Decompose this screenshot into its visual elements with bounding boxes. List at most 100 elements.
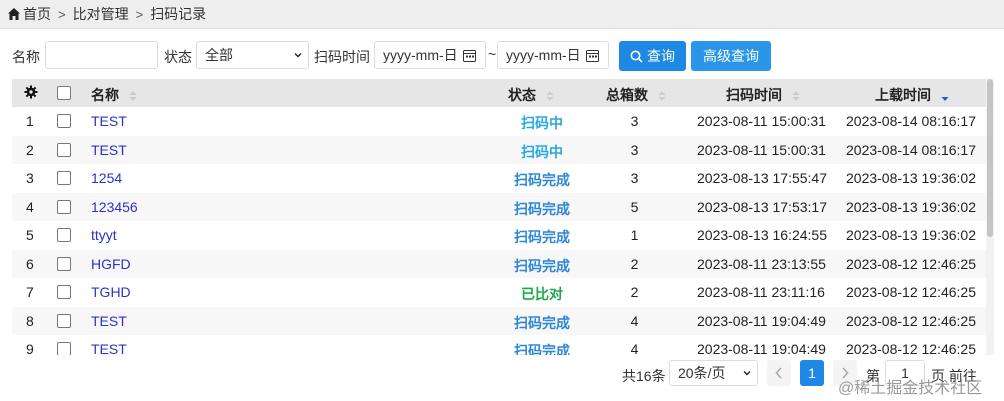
scan-time-value: 2023-08-11 23:13:55	[697, 255, 826, 272]
chevron-down-icon	[743, 371, 751, 376]
column-header-name-label: 名称	[91, 87, 119, 103]
row-checkbox[interactable]	[57, 171, 71, 185]
table-scrollbar[interactable]	[986, 79, 994, 355]
column-header-upload-time-label: 上载时间	[875, 87, 931, 103]
table-row[interactable]: 9 TEST 扫码完成 4 2023-08-11 19:04:49 2023-08-12 …	[12, 335, 986, 355]
upload-time-value: 2023-08-14 08:16:17	[846, 141, 976, 158]
record-name-link[interactable]: 1254	[91, 170, 122, 186]
advanced-query-button[interactable]: 高级查询	[691, 41, 771, 71]
calendar-icon[interactable]	[463, 49, 476, 62]
status-select[interactable]: 全部	[196, 41, 309, 69]
row-checkbox[interactable]	[57, 313, 71, 328]
scrollbar-thumb[interactable]	[987, 79, 993, 237]
query-button[interactable]: 查询	[619, 41, 686, 71]
breadcrumb-item-home[interactable]: 首页	[23, 4, 51, 24]
total-count: 共16条	[622, 368, 666, 384]
name-input[interactable]	[45, 41, 158, 69]
status-text: 扫码中	[521, 143, 563, 160]
sort-icon	[129, 91, 137, 102]
upload-time-value: 2023-08-12 12:46:25	[846, 312, 976, 329]
status-text: 扫码完成	[514, 172, 570, 188]
page-size-select[interactable]: 20条/页	[669, 360, 758, 386]
row-checkbox[interactable]	[57, 342, 71, 355]
row-checkbox[interactable]	[57, 142, 71, 157]
record-name-link[interactable]: ttyyt	[91, 227, 117, 243]
home-icon[interactable]	[7, 7, 21, 21]
column-header-status[interactable]: 状态	[508, 85, 554, 105]
status-text: 扫码完成	[514, 200, 570, 217]
status-text: 扫码完成	[514, 229, 570, 245]
sort-icon	[546, 91, 554, 102]
page-number-current[interactable]: 1	[800, 360, 824, 386]
total-boxes-value: 4	[630, 341, 639, 355]
status-text: 扫码完成	[514, 343, 570, 355]
table-header: 名称 状态 总箱数 扫码时间 上载时间	[12, 79, 986, 107]
record-name-link[interactable]: TEST	[91, 142, 127, 158]
column-header-status-label: 状态	[508, 87, 536, 103]
total-boxes-value: 3	[630, 170, 639, 186]
upload-time-value: 2023-08-13 19:36:02	[846, 170, 976, 186]
breadcrumb-item-compare-management[interactable]: 比对管理	[73, 4, 129, 24]
total-boxes-value: 3	[630, 113, 639, 129]
date-end-input[interactable]: yyyy-mm-日	[497, 41, 609, 69]
date-end-placeholder: yyyy-mm-日	[506, 47, 581, 63]
status-label: 状态	[164, 49, 192, 65]
breadcrumb-item-scan-records: 扫码记录	[150, 6, 207, 22]
row-index: 2	[26, 141, 34, 158]
upload-time-value: 2023-08-12 12:46:25	[846, 284, 976, 300]
search-icon	[630, 50, 643, 63]
total-boxes-value: 2	[630, 255, 639, 272]
row-checkbox[interactable]	[57, 285, 71, 299]
record-name-link[interactable]: TEST	[91, 113, 127, 129]
row-checkbox[interactable]	[57, 228, 71, 242]
table-row[interactable]: 6 HGFD 扫码完成 2 2023-08-11 23:13:55 2023-08-12 …	[12, 249, 986, 278]
row-checkbox[interactable]	[57, 199, 71, 214]
row-index: 3	[26, 170, 34, 186]
scan-time-value: 2023-08-11 15:00:31	[697, 141, 826, 158]
table-row[interactable]: 5 ttyyt 扫码完成 1 2023-08-13 16:24:55 2023-08-13…	[12, 221, 986, 249]
table-row[interactable]: 2 TEST 扫码中 3 2023-08-11 15:00:31 2023-08-14 0…	[12, 135, 986, 164]
date-start-input[interactable]: yyyy-mm-日	[374, 41, 486, 69]
column-header-total-boxes[interactable]: 总箱数	[606, 85, 666, 105]
select-all-checkbox[interactable]	[57, 86, 71, 100]
table-row[interactable]: 1 TEST 扫码中 3 2023-08-11 15:00:31 2023-08-14 0…	[12, 107, 986, 135]
total-boxes-value: 1	[630, 227, 639, 243]
date-range-separator: ~	[488, 46, 497, 62]
table-row[interactable]: 7 TGHD 已比对 2 2023-08-11 23:11:16 2023-08-12 1…	[12, 278, 986, 306]
date-start-placeholder: yyyy-mm-日	[383, 47, 458, 63]
upload-time-value: 2023-08-12 12:46:25	[846, 255, 976, 272]
gear-icon[interactable]	[24, 85, 38, 99]
row-index: 5	[26, 227, 34, 243]
row-checkbox[interactable]	[57, 256, 71, 271]
row-checkbox[interactable]	[57, 114, 71, 128]
column-header-scan-time-label: 扫码时间	[726, 87, 782, 103]
sort-icon	[658, 91, 666, 102]
row-index: 8	[26, 312, 34, 329]
table-row[interactable]: 8 TEST 扫码完成 4 2023-08-11 19:04:49 2023-08-12 …	[12, 306, 986, 335]
row-index: 4	[26, 198, 34, 215]
record-name-link[interactable]: 123456	[91, 199, 138, 215]
filter-bar: 名称 状态 全部 扫码时间 yyyy-mm-日 ~ yyyy-mm-日 查询 高…	[0, 40, 1004, 72]
breadcrumb-separator: >	[135, 6, 144, 22]
breadcrumb: 首页 > 比对管理 > 扫码记录	[0, 0, 1004, 29]
column-header-scan-time[interactable]: 扫码时间	[726, 85, 800, 105]
column-header-upload-time[interactable]: 上载时间	[875, 85, 949, 105]
upload-time-value: 2023-08-12 12:46:25	[846, 341, 976, 355]
table-row[interactable]: 3 1254 扫码完成 3 2023-08-13 17:55:47 2023-08-13 …	[12, 164, 986, 192]
total-boxes-value: 3	[630, 141, 639, 158]
record-name-link[interactable]: TEST	[91, 341, 127, 355]
advanced-query-button-label: 高级查询	[703, 48, 759, 64]
total-boxes-value: 5	[630, 198, 639, 215]
upload-time-value: 2023-08-13 19:36:02	[846, 198, 976, 215]
scan-time-value: 2023-08-11 19:04:49	[697, 341, 826, 355]
status-text: 扫码完成	[514, 314, 570, 331]
column-header-name[interactable]: 名称	[91, 85, 137, 105]
table-row[interactable]: 4 123456 扫码完成 5 2023-08-13 17:53:17 2023-08-1…	[12, 192, 986, 221]
record-name-link[interactable]: TEST	[91, 313, 127, 329]
record-name-link[interactable]: TGHD	[91, 284, 131, 300]
row-index: 1	[26, 113, 34, 129]
record-name-link[interactable]: HGFD	[91, 256, 131, 272]
scan-time-value: 2023-08-11 19:04:49	[697, 312, 826, 329]
prev-page-button[interactable]	[767, 360, 791, 386]
calendar-icon[interactable]	[586, 49, 599, 62]
